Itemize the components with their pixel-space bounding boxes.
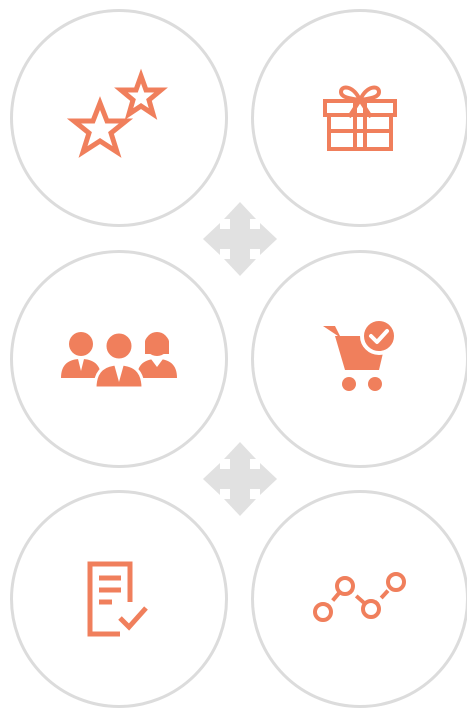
document-check-icon <box>74 554 164 644</box>
gift-circle <box>251 9 467 227</box>
team-circle <box>10 250 228 468</box>
line-chart-icon <box>305 564 415 634</box>
document-circle <box>10 490 228 708</box>
stars-icon <box>64 63 174 173</box>
cart-check-icon <box>315 314 405 404</box>
stars-circle <box>10 9 228 227</box>
move-arrows-icon <box>203 202 277 276</box>
chart-circle <box>251 490 467 708</box>
cart-circle <box>251 250 467 468</box>
icon-grid: { "colors": { "accent": "#f07f5c", "circ… <box>0 0 467 709</box>
move-arrows-icon <box>203 442 277 516</box>
team-icon <box>57 324 181 394</box>
gift-icon <box>315 73 405 163</box>
